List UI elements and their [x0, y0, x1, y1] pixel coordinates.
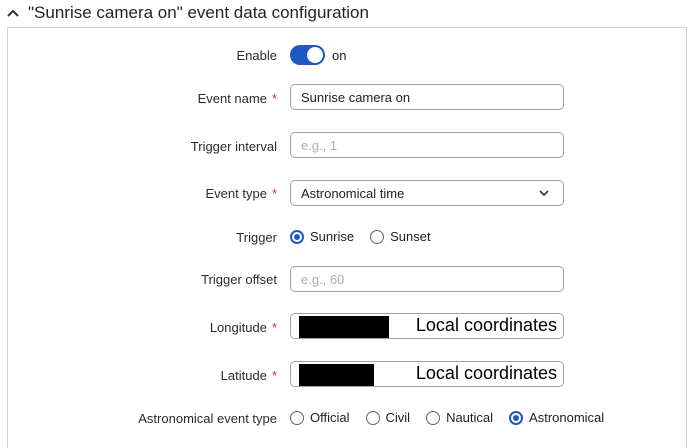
radio-selected-icon [290, 229, 304, 244]
trigger-interval-label: Trigger interval [190, 139, 277, 154]
event-type-value: Astronomical time [301, 185, 405, 201]
longitude-input[interactable]: Local coordinates [290, 313, 564, 339]
chevron-up-icon[interactable] [6, 7, 20, 19]
section-title: "Sunrise camera on" event data configura… [28, 3, 369, 22]
astro-radio-civil[interactable]: Civil [365, 410, 411, 425]
longitude-label: Longitude * [209, 320, 277, 335]
trigger-offset-input[interactable]: e.g., 60 [290, 266, 564, 292]
enable-label: Enable [236, 48, 277, 63]
astro-radio-official[interactable]: Official [290, 410, 350, 425]
latitude-overlay-text: Local coordinates [415, 363, 557, 383]
event-type-label: Event type * [205, 186, 278, 201]
event-name-value: Sunrise camera on [301, 89, 411, 105]
radio-unselected-icon [365, 410, 380, 425]
toggle-knob [307, 47, 323, 63]
latitude-input[interactable]: Local coordinates [290, 361, 564, 387]
astro-radio-astronomical[interactable]: Astronomical [509, 410, 604, 425]
section-header[interactable]: "Sunrise camera on" event data configura… [0, 0, 690, 27]
redaction-box [299, 316, 389, 338]
radio-label: Sunset [390, 229, 431, 244]
trigger-radio-sunrise[interactable]: Sunrise [290, 229, 354, 244]
enable-toggle[interactable] [290, 45, 325, 65]
redaction-box [299, 364, 374, 386]
trigger-interval-placeholder: e.g., 1 [301, 137, 338, 153]
trigger-offset-placeholder: e.g., 60 [301, 271, 345, 287]
astro-radio-nautical[interactable]: Nautical [426, 410, 493, 425]
radio-label: Sunrise [310, 229, 355, 244]
radio-label: Civil [385, 410, 411, 425]
radio-label: Official [310, 410, 350, 425]
event-type-select[interactable]: Astronomical time [290, 180, 564, 206]
trigger-radio-sunset[interactable]: Sunset [370, 229, 431, 244]
enable-state-text: on [332, 48, 347, 63]
radio-unselected-icon [426, 410, 441, 425]
radio-unselected-icon [290, 410, 304, 425]
trigger-label: Trigger [236, 230, 277, 245]
trigger-radio-group: Sunrise Sunset [290, 229, 447, 244]
trigger-interval-input[interactable]: e.g., 1 [290, 132, 564, 158]
chevron-down-icon [539, 190, 549, 197]
astro-event-type-label: Astronomical event type [138, 411, 277, 426]
radio-label: Astronomical [529, 410, 605, 425]
latitude-label: Latitude * [220, 368, 277, 383]
longitude-overlay-text: Local coordinates [415, 315, 557, 335]
astro-event-radio-group: Official Civil Nautical Astronomical [290, 410, 620, 425]
event-name-label: Event name * [197, 91, 277, 106]
radio-unselected-icon [370, 229, 385, 244]
radio-selected-icon [509, 410, 524, 425]
trigger-offset-label: Trigger offset [201, 272, 277, 287]
event-name-input[interactable]: Sunrise camera on [290, 84, 564, 110]
radio-label: Nautical [446, 410, 494, 425]
